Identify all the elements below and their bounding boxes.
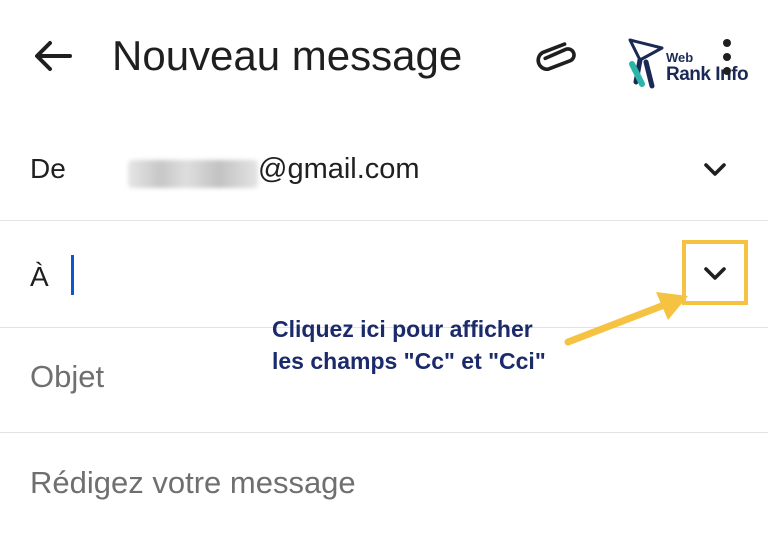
chevron-down-icon — [704, 267, 726, 280]
logo-mark-icon — [628, 38, 664, 89]
back-button[interactable] — [30, 36, 74, 76]
redacted-email-user — [128, 160, 258, 188]
text-cursor — [71, 255, 74, 295]
annotation-arrow — [564, 292, 688, 346]
paperclip-icon — [536, 42, 576, 72]
from-email-domain: @gmail.com — [258, 153, 420, 185]
message-body-area[interactable]: Rédigez votre message — [0, 433, 768, 553]
more-options-button[interactable] — [714, 36, 740, 80]
from-field-row[interactable]: De @gmail.com — [0, 118, 768, 221]
arrow-left-icon — [35, 41, 72, 71]
page-title: Nouveau message — [112, 32, 463, 79]
subject-input[interactable]: Objet — [30, 359, 104, 395]
message-body-input[interactable]: Rédigez votre message — [30, 465, 356, 501]
more-vert-icon — [723, 39, 731, 75]
annotation-line-2: les champs "Cc" et "Cci" — [272, 348, 546, 374]
chevron-down-icon[interactable] — [701, 160, 729, 180]
annotation-line-1: Cliquez ici pour afficher — [272, 316, 533, 342]
to-label: À — [30, 261, 49, 292]
logo-text-web: Web — [666, 50, 694, 65]
top-app-bar: Nouveau message Web Rank Info — [0, 0, 768, 118]
attach-button[interactable] — [534, 34, 582, 78]
annotation-text: Cliquez ici pour afficher les champs "Cc… — [272, 313, 546, 377]
from-label: De — [30, 153, 66, 184]
